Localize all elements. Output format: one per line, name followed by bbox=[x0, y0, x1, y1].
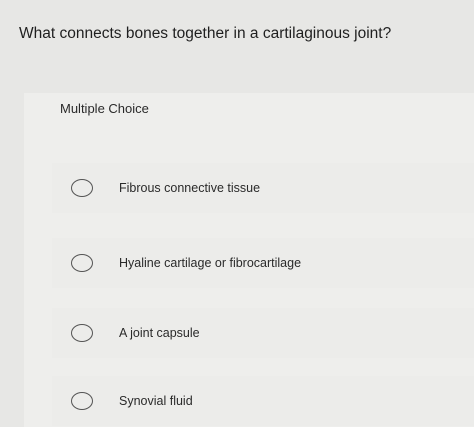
radio-circle-icon[interactable] bbox=[71, 254, 93, 272]
radio-circle-icon[interactable] bbox=[71, 392, 93, 410]
answer-option-label: A joint capsule bbox=[119, 326, 200, 340]
answer-option-label: Fibrous connective tissue bbox=[119, 181, 261, 195]
radio-circle-icon[interactable] bbox=[71, 324, 93, 342]
question-text: What connects bones together in a cartil… bbox=[19, 25, 392, 42]
radio-circle-icon[interactable] bbox=[71, 179, 93, 197]
answer-option-2[interactable]: Hyaline cartilage or fibrocartilage bbox=[52, 238, 474, 288]
question-type-label: Multiple Choice bbox=[60, 101, 149, 116]
answer-option-1[interactable]: Fibrous connective tissue bbox=[52, 163, 474, 213]
answer-option-4[interactable]: Synovial fluid bbox=[52, 376, 474, 426]
answer-option-label: Synovial fluid bbox=[119, 394, 193, 408]
answer-option-3[interactable]: A joint capsule bbox=[52, 308, 474, 358]
answer-option-label: Hyaline cartilage or fibrocartilage bbox=[119, 256, 302, 270]
